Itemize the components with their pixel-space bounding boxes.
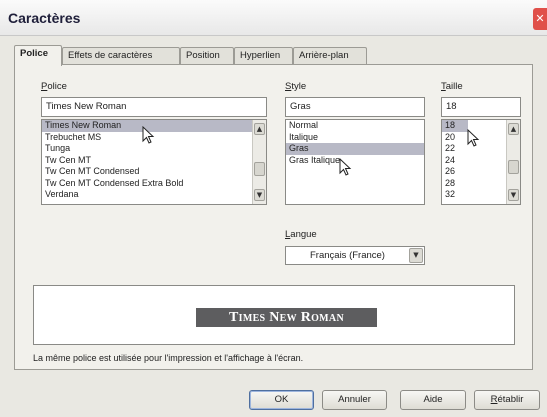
size-input[interactable]: 18	[441, 97, 521, 117]
dialog-title: Caractères	[8, 10, 81, 26]
cancel-button[interactable]: Annuler	[322, 390, 387, 410]
mouse-pointer-icon	[467, 129, 480, 147]
font-list-item[interactable]: Tunga	[42, 143, 266, 155]
close-icon[interactable]: ✕	[533, 8, 547, 30]
size-list-item[interactable]: 18	[442, 120, 468, 132]
chevron-down-icon[interactable]: ▼	[409, 248, 423, 263]
font-tab-panel: Police Times New Roman Times New Roman T…	[14, 64, 533, 370]
tab-police[interactable]: Police	[14, 45, 62, 66]
scroll-thumb[interactable]	[508, 160, 519, 174]
font-preview: Times New Roman	[33, 285, 515, 345]
scroll-up-icon[interactable]: ▲	[508, 123, 519, 135]
mouse-pointer-icon	[339, 158, 352, 176]
character-dialog: Caractères ✕ Police Effets de caractères…	[0, 0, 547, 417]
scroll-thumb[interactable]	[254, 162, 265, 176]
language-select[interactable]: Français (France) ▼	[285, 246, 425, 265]
preview-text: Times New Roman	[196, 308, 377, 327]
scroll-down-icon[interactable]: ▼	[254, 189, 265, 201]
scroll-down-icon[interactable]: ▼	[508, 189, 519, 201]
tab-position[interactable]: Position	[180, 47, 234, 65]
preview-note: La même police est utilisée pour l'impre…	[33, 353, 304, 363]
scroll-up-icon[interactable]: ▲	[254, 123, 265, 135]
title-bar: Caractères ✕	[0, 0, 547, 36]
size-label: Taille	[441, 81, 463, 92]
style-list-item[interactable]: Normal	[286, 120, 424, 132]
language-label: Langue	[285, 229, 317, 240]
tab-effets-de-caracteres[interactable]: Effets de caractères	[62, 47, 180, 65]
font-list-scrollbar[interactable]: ▲ ▼	[252, 120, 266, 204]
font-list-item[interactable]: Verdana	[42, 189, 266, 201]
size-list[interactable]: 18 20 22 24 26 28 32 ▲ ▼	[441, 119, 521, 205]
language-value: Français (France)	[310, 250, 385, 261]
size-list-scrollbar[interactable]: ▲ ▼	[506, 120, 520, 204]
font-name-input[interactable]: Times New Roman	[41, 97, 267, 117]
style-list-item[interactable]: Gras Italique	[286, 155, 424, 167]
font-list-item[interactable]: Tw Cen MT Condensed Extra Bold	[42, 178, 266, 190]
font-list-item[interactable]: Tw Cen MT	[42, 155, 266, 167]
ok-button[interactable]: OK	[249, 390, 314, 410]
style-list-item[interactable]: Gras	[286, 143, 424, 155]
style-label: Style	[285, 81, 307, 92]
reset-button[interactable]: Rétablir	[474, 390, 540, 410]
font-label: Police	[41, 81, 67, 92]
tab-arriere-plan[interactable]: Arrière-plan	[293, 47, 367, 65]
help-button[interactable]: Aide	[400, 390, 466, 410]
style-input[interactable]: Gras	[285, 97, 425, 117]
font-list-item[interactable]: Tw Cen MT Condensed	[42, 166, 266, 178]
style-list[interactable]: Normal Italique Gras Gras Italique	[285, 119, 425, 205]
mouse-pointer-icon	[142, 126, 155, 144]
tab-hyperlien[interactable]: Hyperlien	[234, 47, 293, 65]
style-list-item[interactable]: Italique	[286, 132, 424, 144]
